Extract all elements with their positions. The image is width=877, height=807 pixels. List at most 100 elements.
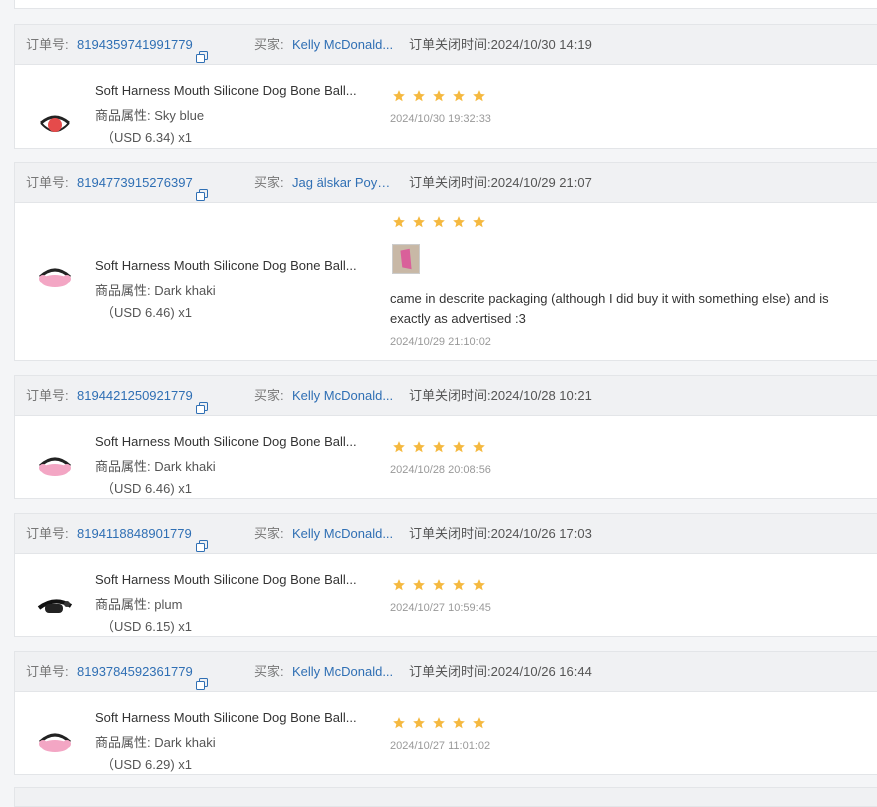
order-close-time: 订单关闭时间:2024/10/28 10:21 <box>409 388 592 403</box>
order-close-time: 订单关闭时间:2024/10/26 16:44 <box>409 664 592 679</box>
rating-stars <box>392 89 486 103</box>
product-thumbnail[interactable] <box>35 724 75 764</box>
copy-icon[interactable] <box>196 39 208 63</box>
order-number-label: 订单号: <box>26 664 69 679</box>
review-time: 2024/10/28 20:08:56 <box>390 464 491 476</box>
order-number-link[interactable]: 8194118848901779 <box>77 514 192 553</box>
product-thumbnail[interactable] <box>35 105 75 145</box>
product-name[interactable]: Soft Harness Mouth Silicone Dog Bone Bal… <box>95 83 357 98</box>
order-header: 订单号: 8194118848901779 买家: Kelly McDonald...… <box>15 514 877 554</box>
buyer-label: 买家: <box>254 664 284 679</box>
star-icon <box>432 215 446 229</box>
star-icon <box>412 215 426 229</box>
buyer-label: 买家: <box>254 526 284 541</box>
star-icon <box>392 716 406 730</box>
star-icon <box>452 578 466 592</box>
order-body: Soft Harness Mouth Silicone Dog Bone Bal… <box>15 692 877 775</box>
star-icon <box>452 215 466 229</box>
copy-icon[interactable] <box>196 177 208 201</box>
star-icon <box>432 440 446 454</box>
product-price: （USD 6.34) x1 <box>101 130 193 145</box>
order-close-time: 订单关闭时间:2024/10/30 14:19 <box>409 37 592 52</box>
order-card: 订单号: 8194773915276397 买家: Jag älskar Poyor.… <box>14 162 877 361</box>
order-number-label: 订单号: <box>26 388 69 403</box>
product-price: （USD 6.46) x1 <box>101 305 193 320</box>
rating-stars <box>392 440 486 454</box>
star-icon <box>472 440 486 454</box>
order-body: Soft Harness Mouth Silicone Dog Bone Bal… <box>15 416 877 499</box>
order-header: 订单号: 8194773915276397 买家: Jag älskar Poyor.… <box>15 163 877 203</box>
review-time: 2024/10/27 10:59:45 <box>390 602 491 614</box>
previous-order-card-edge <box>14 0 877 9</box>
buyer-name-link[interactable]: Kelly McDonald... <box>292 514 393 553</box>
order-body: Soft Harness Mouth Silicone Dog Bone Bal… <box>15 554 877 637</box>
order-body: Soft Harness Mouth Silicone Dog Bone Bal… <box>15 65 877 149</box>
order-card: 订单号: 8194421250921779 买家: Kelly McDonald...… <box>14 375 877 499</box>
order-close-time: 订单关闭时间:2024/10/26 17:03 <box>409 526 592 541</box>
product-price: （USD 6.46) x1 <box>101 481 193 496</box>
star-icon <box>452 716 466 730</box>
review-time: 2024/10/30 19:32:33 <box>390 113 491 125</box>
product-thumbnail[interactable] <box>35 448 75 488</box>
product-thumbnail[interactable] <box>35 586 75 626</box>
rating-stars <box>392 716 486 730</box>
copy-icon[interactable] <box>196 390 208 414</box>
order-card: 订单号: 8194359741991779 买家: Kelly McDonald...… <box>14 24 877 149</box>
buyer-label: 买家: <box>254 175 284 190</box>
product-price: （USD 6.29) x1 <box>101 757 193 772</box>
buyer-name-link[interactable]: Kelly McDonald... <box>292 25 393 64</box>
order-number-label: 订单号: <box>26 175 69 190</box>
product-name[interactable]: Soft Harness Mouth Silicone Dog Bone Bal… <box>95 258 357 273</box>
review-photo[interactable] <box>392 244 420 274</box>
order-header: 订单号: 8193784592361779 买家: Kelly McDonald...… <box>15 652 877 692</box>
product-attribute: 商品属性: Sky blue <box>95 108 205 123</box>
buyer-name-link[interactable]: Kelly McDonald... <box>292 652 393 691</box>
product-attribute: 商品属性: Dark khaki <box>95 735 216 750</box>
star-icon <box>432 716 446 730</box>
order-header: 订单号: 8194359741991779 买家: Kelly McDonald...… <box>15 25 877 65</box>
product-thumbnail[interactable] <box>35 259 75 299</box>
star-icon <box>452 440 466 454</box>
order-number-link[interactable]: 8194773915276397 <box>77 163 193 202</box>
order-number-label: 订单号: <box>26 526 69 541</box>
order-number-link[interactable]: 8194359741991779 <box>77 25 193 64</box>
copy-icon[interactable] <box>196 528 208 552</box>
order-number-link[interactable]: 8194421250921779 <box>77 376 193 415</box>
star-icon <box>472 716 486 730</box>
product-name[interactable]: Soft Harness Mouth Silicone Dog Bone Bal… <box>95 434 357 449</box>
star-icon <box>472 89 486 103</box>
review-time: 2024/10/29 21:10:02 <box>390 336 491 348</box>
star-icon <box>472 215 486 229</box>
rating-stars <box>392 215 486 229</box>
star-icon <box>412 89 426 103</box>
order-header: 订单号: 8194421250921779 买家: Kelly McDonald...… <box>15 376 877 416</box>
star-icon <box>392 89 406 103</box>
star-icon <box>432 89 446 103</box>
product-attribute: 商品属性: plum <box>95 597 183 612</box>
rating-stars <box>392 578 486 592</box>
product-name[interactable]: Soft Harness Mouth Silicone Dog Bone Bal… <box>95 572 357 587</box>
copy-icon[interactable] <box>196 666 208 690</box>
star-icon <box>432 578 446 592</box>
buyer-name-link[interactable]: Kelly McDonald... <box>292 376 393 415</box>
order-number-label: 订单号: <box>26 37 69 52</box>
star-icon <box>452 89 466 103</box>
order-body: Soft Harness Mouth Silicone Dog Bone Bal… <box>15 203 877 361</box>
buyer-name-link[interactable]: Jag älskar Poyor... <box>292 163 397 202</box>
product-price: （USD 6.15) x1 <box>101 619 193 634</box>
buyer-label: 买家: <box>254 37 284 52</box>
product-name[interactable]: Soft Harness Mouth Silicone Dog Bone Bal… <box>95 710 357 725</box>
star-icon <box>392 578 406 592</box>
order-number-link[interactable]: 8193784592361779 <box>77 652 193 691</box>
order-close-time: 订单关闭时间:2024/10/29 21:07 <box>409 175 592 190</box>
star-icon <box>412 440 426 454</box>
product-attribute: 商品属性: Dark khaki <box>95 459 216 474</box>
buyer-label: 买家: <box>254 388 284 403</box>
order-card: 订单号: 8193784592361779 买家: Kelly McDonald...… <box>14 651 877 775</box>
star-icon <box>392 440 406 454</box>
star-icon <box>412 716 426 730</box>
product-attribute: 商品属性: Dark khaki <box>95 283 216 298</box>
star-icon <box>472 578 486 592</box>
star-icon <box>412 578 426 592</box>
star-icon <box>392 215 406 229</box>
